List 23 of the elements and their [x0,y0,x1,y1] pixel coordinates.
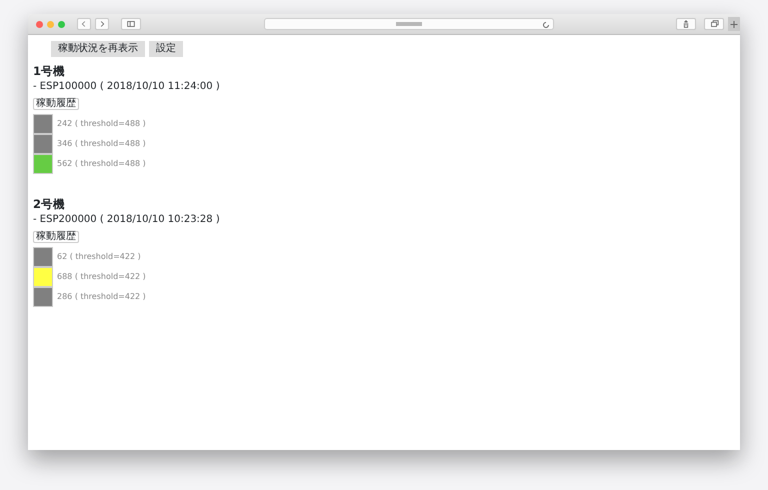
sensor-reading: 346 ( threshold=488 ) [57,138,146,150]
sensor-reading: 286 ( threshold=422 ) [57,290,146,303]
sensor-reading: 62 ( threshold=422 ) [57,250,141,263]
device-info: - ESP200000 ( 2018/10/10 10:23:28 ) [33,212,221,227]
refresh-button[interactable]: 稼動状況を再表示 [51,41,145,57]
sensor-reading: 242 ( threshold=488 ) [57,118,146,130]
sensor-reading: 562 ( threshold=488 ) [57,158,146,170]
maximize-icon[interactable] [58,20,65,28]
device-info: - ESP100000 ( 2018/10/10 11:24:00 ) [33,80,221,94]
tabs-icon[interactable] [704,18,724,30]
close-icon[interactable] [36,20,43,28]
settings-button[interactable]: 設定 [149,41,183,57]
sensor-reading: 688 ( threshold=422 ) [57,270,146,283]
machine-title: 2号機 [33,198,66,212]
back-icon[interactable] [77,18,91,30]
machine-title: 1号機 [33,65,66,79]
share-icon[interactable] [676,18,696,30]
new-tab-icon[interactable] [728,17,740,31]
sidebar-icon[interactable] [121,18,141,30]
forward-icon[interactable] [95,18,109,30]
history-button[interactable]: 稼動履歴 [33,98,79,110]
history-button[interactable]: 稼動履歴 [33,230,79,243]
reload-icon[interactable] [542,21,550,29]
